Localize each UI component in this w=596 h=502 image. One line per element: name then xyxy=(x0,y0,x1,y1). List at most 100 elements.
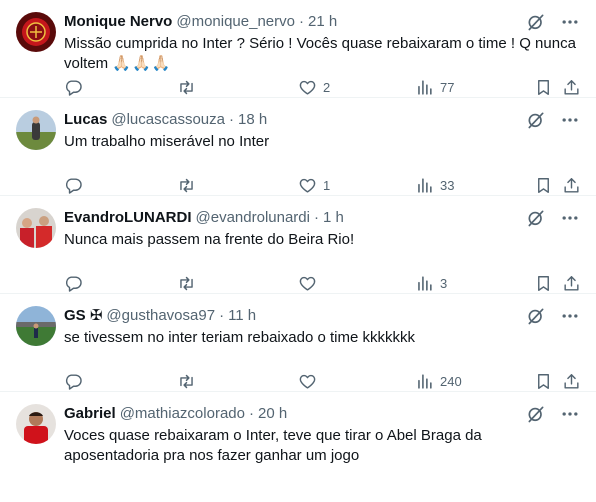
like-button[interactable]: 1 xyxy=(298,176,330,195)
tweet-item[interactable]: Gabriel @mathiazcolorado · 20 h Voces qu… xyxy=(0,392,596,502)
timestamp[interactable]: 20 h xyxy=(258,404,287,424)
separator-dot: · xyxy=(298,13,304,30)
like-count: 1 xyxy=(323,177,331,193)
bookmark-button[interactable] xyxy=(534,274,553,293)
heart-icon xyxy=(298,176,317,195)
more-icon[interactable] xyxy=(560,12,580,32)
grok-icon[interactable] xyxy=(526,12,546,32)
views-count: 240 xyxy=(440,373,462,389)
more-icon[interactable] xyxy=(560,208,580,228)
retweet-icon xyxy=(177,372,196,391)
user-handle[interactable]: @lucascassouza xyxy=(111,110,225,130)
more-icon[interactable] xyxy=(560,110,580,130)
bookmark-icon xyxy=(534,274,553,293)
more-icon[interactable] xyxy=(560,404,580,424)
timestamp[interactable]: 21 h xyxy=(308,12,337,32)
heart-icon xyxy=(298,274,317,293)
action-bar: 240 xyxy=(64,370,580,392)
emoji: 🙏🏻🙏🏻🙏🏻 xyxy=(112,55,172,72)
avatar[interactable] xyxy=(16,306,56,346)
reply-icon xyxy=(64,176,83,195)
grok-icon[interactable] xyxy=(526,404,546,424)
reply-button[interactable] xyxy=(64,274,89,293)
separator-dot: · xyxy=(248,405,254,422)
user-handle[interactable]: @gusthavosa97 xyxy=(106,306,215,326)
heart-icon xyxy=(298,78,317,97)
reply-icon xyxy=(64,78,83,97)
display-name[interactable]: EvandroLUNARDI xyxy=(64,208,192,228)
separator-dot: · xyxy=(313,209,319,226)
heart-icon xyxy=(298,372,317,391)
reply-feed: Monique Nervo @monique_nervo · 21 h Miss… xyxy=(0,0,596,502)
share-button[interactable] xyxy=(562,176,581,195)
avatar[interactable] xyxy=(16,404,56,444)
tweet-item[interactable]: EvandroLUNARDI @evandrolunardi · 1 h Nun… xyxy=(0,196,596,294)
views-icon xyxy=(415,274,434,293)
views-icon xyxy=(415,372,434,391)
bookmark-icon xyxy=(534,78,553,97)
reply-button[interactable] xyxy=(64,372,89,391)
reply-button[interactable] xyxy=(64,176,89,195)
like-button[interactable] xyxy=(298,274,323,293)
views-button[interactable]: 3 xyxy=(415,274,447,293)
separator-dot: · xyxy=(219,307,225,324)
share-icon xyxy=(562,274,581,293)
grok-icon[interactable] xyxy=(526,110,546,130)
bookmark-button[interactable] xyxy=(534,176,553,195)
bookmark-icon xyxy=(534,372,553,391)
tweet-item[interactable]: Monique Nervo @monique_nervo · 21 h Miss… xyxy=(0,0,596,98)
user-handle[interactable]: @evandrolunardi xyxy=(196,208,310,228)
reply-button[interactable] xyxy=(64,78,89,97)
more-icon[interactable] xyxy=(560,306,580,326)
display-name[interactable]: GS ✠ xyxy=(64,306,102,326)
views-button[interactable]: 33 xyxy=(415,176,454,195)
share-icon xyxy=(562,176,581,195)
reply-icon xyxy=(64,372,83,391)
action-bar: 2 77 xyxy=(64,76,580,98)
views-count: 77 xyxy=(440,79,455,95)
share-button[interactable] xyxy=(562,274,581,293)
timestamp[interactable]: 1 h xyxy=(323,208,344,228)
display-name[interactable]: Monique Nervo xyxy=(64,12,172,32)
like-button[interactable]: 2 xyxy=(298,78,330,97)
share-button[interactable] xyxy=(562,372,581,391)
grok-icon[interactable] xyxy=(526,208,546,228)
retweet-button[interactable] xyxy=(177,274,202,293)
like-button[interactable] xyxy=(298,372,323,391)
user-handle[interactable]: @monique_nervo xyxy=(176,12,295,32)
tweet-text: se tivessem no inter teriam rebaixado o … xyxy=(64,329,415,346)
grok-icon[interactable] xyxy=(526,306,546,326)
views-icon xyxy=(415,176,434,195)
like-count: 2 xyxy=(323,79,331,95)
retweet-button[interactable] xyxy=(177,372,202,391)
tweet-text: Voces quase rebaixaram o Inter, teve que… xyxy=(64,427,482,464)
share-icon xyxy=(562,78,581,97)
share-button[interactable] xyxy=(562,78,581,97)
user-handle[interactable]: @mathiazcolorado xyxy=(120,404,245,424)
retweet-icon xyxy=(177,78,196,97)
tweet-item[interactable]: GS ✠ @gusthavosa97 · 11 h se tivessem no… xyxy=(0,294,596,392)
action-bar: 1 33 xyxy=(64,174,580,196)
avatar[interactable] xyxy=(16,208,56,248)
timestamp[interactable]: 11 h xyxy=(228,306,256,326)
separator-dot: · xyxy=(228,111,234,128)
retweet-button[interactable] xyxy=(177,78,202,97)
retweet-button[interactable] xyxy=(177,176,202,195)
views-icon xyxy=(415,78,434,97)
timestamp[interactable]: 18 h xyxy=(238,110,267,130)
retweet-icon xyxy=(177,176,196,195)
reply-icon xyxy=(64,274,83,293)
bookmark-button[interactable] xyxy=(534,78,553,97)
tweet-text: Nunca mais passem na frente do Beira Rio… xyxy=(64,231,355,248)
views-button[interactable]: 77 xyxy=(415,78,454,97)
display-name[interactable]: Lucas xyxy=(64,110,107,130)
bookmark-button[interactable] xyxy=(534,372,553,391)
avatar[interactable] xyxy=(16,110,56,150)
views-count: 33 xyxy=(440,177,455,193)
share-icon xyxy=(562,372,581,391)
tweet-text: Missão cumprida no Inter ? Sério ! Vocês… xyxy=(64,34,580,74)
display-name[interactable]: Gabriel xyxy=(64,404,116,424)
views-button[interactable]: 240 xyxy=(415,372,462,391)
avatar[interactable] xyxy=(16,12,56,52)
tweet-item[interactable]: Lucas @lucascassouza · 18 h Um trabalho … xyxy=(0,98,596,196)
